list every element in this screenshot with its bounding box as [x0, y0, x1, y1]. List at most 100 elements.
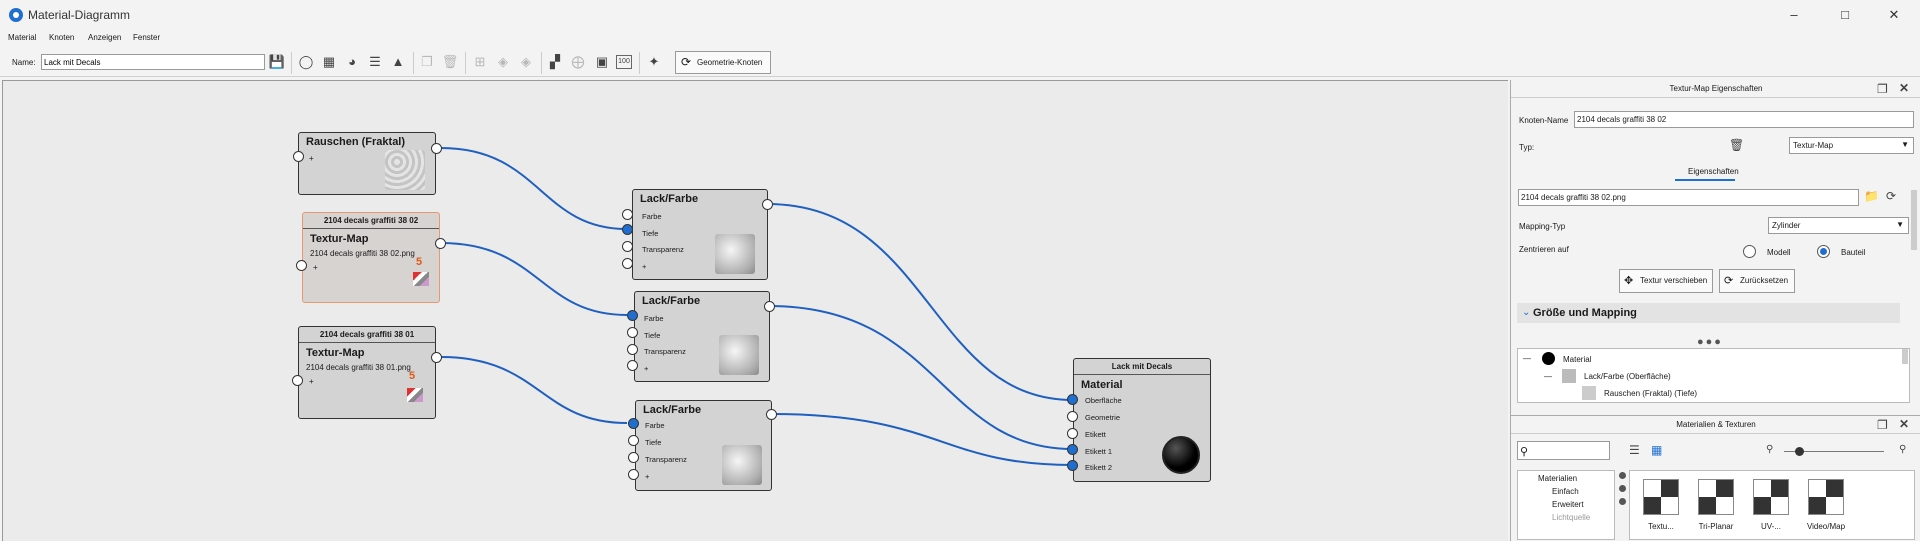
texture-file-input[interactable]: 2104 decals graffiti 38 02.png [1518, 189, 1859, 206]
input-port-add[interactable] [628, 469, 639, 480]
minimize-icon[interactable]: – [1784, 6, 1804, 24]
output-port[interactable] [766, 409, 777, 420]
tree-item[interactable]: Material [1563, 355, 1591, 364]
undock-icon[interactable]: ❐ [1877, 418, 1888, 432]
close-panel-icon[interactable]: ✕ [1899, 81, 1909, 95]
tree-item[interactable]: Einfach [1552, 487, 1579, 496]
lack-farbe-node-3[interactable]: Lack/Farbe Farbe Tiefe Transparenz + [635, 400, 772, 491]
grid-view-icon[interactable]: ▦ [1651, 443, 1662, 457]
output-port[interactable] [435, 238, 446, 249]
node-name-input[interactable]: 2104 decals graffiti 38 02 [1574, 111, 1914, 128]
undock-icon[interactable]: ❐ [1877, 82, 1888, 96]
search-input[interactable]: ⚲ [1517, 441, 1610, 460]
input-port-farbe[interactable] [628, 418, 639, 429]
tree-item[interactable]: Lichtquelle [1552, 513, 1590, 522]
category-tree[interactable]: Materialien Einfach Erweitert Lichtquell… [1517, 470, 1615, 540]
output-port[interactable] [762, 199, 773, 210]
fit-view-icon[interactable]: ▣ [593, 53, 611, 71]
move-texture-button[interactable]: ✥ Textur verschieben [1619, 269, 1713, 293]
noise-node[interactable]: Rauschen (Fraktal) + [298, 132, 436, 195]
align-icon[interactable]: ▞ [546, 53, 564, 71]
tab-eigenschaften[interactable]: Eigenschaften [1688, 167, 1739, 176]
more-dots-icon[interactable]: ●●● [1697, 336, 1723, 348]
trash-icon[interactable]: 🗑 [1729, 138, 1744, 152]
tree-item[interactable]: Erweitert [1552, 500, 1584, 509]
input-port-add[interactable] [622, 258, 633, 269]
tile-grid[interactable]: Textu... Tri-Planar UV-... Video/Map [1629, 470, 1915, 540]
close-icon[interactable]: ✕ [1884, 6, 1904, 24]
connect-icon[interactable]: ✦ [645, 53, 663, 71]
mapping-type-dropdown[interactable]: Zylinder ▼ [1768, 217, 1909, 234]
radio-model[interactable] [1743, 245, 1756, 258]
input-port-transparenz[interactable] [622, 241, 633, 252]
tree-collapse-icon[interactable]: — [1523, 354, 1531, 363]
zoom-out-icon[interactable]: ⚲ [1766, 444, 1773, 455]
video-map-tile[interactable] [1808, 479, 1844, 515]
input-port-add[interactable] [627, 360, 638, 371]
texture-map-node-01[interactable]: 2104 decals graffiti 38 01 Textur-Map 21… [298, 326, 436, 419]
texture-map-tile[interactable] [1643, 479, 1679, 515]
copy-icon[interactable]: ❐ [418, 53, 436, 71]
sliders-icon[interactable]: ☰ [366, 53, 384, 71]
zoom-slider-thumb[interactable] [1795, 447, 1804, 456]
trash-icon[interactable]: 🗑 [441, 53, 459, 71]
radio-part[interactable] [1817, 245, 1830, 258]
input-port-farbe[interactable] [627, 310, 638, 321]
folder-icon[interactable]: 📁 [1864, 189, 1879, 203]
play-icon[interactable]: ◕ [343, 53, 361, 71]
scrollbar[interactable] [1911, 190, 1917, 250]
output-port[interactable] [764, 301, 775, 312]
lock-icon[interactable]: ▲ [389, 53, 407, 71]
checker-icon[interactable]: ▦ [320, 53, 338, 71]
ungroup-icon[interactable]: ◈ [517, 53, 535, 71]
tree-item[interactable]: Lack/Farbe (Oberfläche) [1584, 372, 1671, 381]
reload-icon[interactable]: ⟳ [1886, 189, 1896, 203]
reset-button[interactable]: ⟳ Zurücksetzen [1719, 269, 1795, 293]
input-port-transparenz[interactable] [628, 452, 639, 463]
list-view-icon[interactable]: ☰ [1629, 443, 1640, 457]
output-port[interactable] [431, 143, 442, 154]
input-port-tiefe[interactable] [627, 327, 638, 338]
uv-tile[interactable] [1753, 479, 1789, 515]
save-icon[interactable]: 💾 [268, 53, 286, 71]
tree-collapse-icon[interactable]: — [1544, 372, 1552, 381]
menu-knoten[interactable]: Knoten [49, 33, 74, 42]
maximize-icon[interactable]: □ [1835, 6, 1855, 24]
add-node-icon[interactable]: ⊞ [471, 53, 489, 71]
type-dropdown[interactable]: Textur-Map ▼ [1789, 137, 1914, 154]
input-port[interactable] [293, 151, 304, 162]
input-port-geometry[interactable] [1067, 411, 1078, 422]
zoom-in-icon[interactable]: ⚲ [1899, 444, 1906, 455]
tree-item[interactable]: Rauschen (Fraktal) (Tiefe) [1604, 389, 1697, 398]
input-port-tiefe[interactable] [622, 224, 633, 235]
tri-planar-tile[interactable] [1698, 479, 1734, 515]
input-port-farbe[interactable] [622, 209, 633, 220]
size-mapping-section[interactable]: ⌄ Größe und Mapping [1517, 303, 1900, 323]
input-port-tiefe[interactable] [628, 435, 639, 446]
lack-farbe-node-1[interactable]: Lack/Farbe Farbe Tiefe Transparenz + [632, 189, 768, 280]
zoom-100-icon[interactable]: 100 [616, 55, 632, 69]
tree-item[interactable]: Materialien [1538, 474, 1577, 483]
input-port-transparenz[interactable] [627, 344, 638, 355]
menu-anzeigen[interactable]: Anzeigen [88, 33, 121, 42]
scrollbar[interactable] [1902, 349, 1908, 364]
group-icon[interactable]: ◈ [494, 53, 512, 71]
lack-farbe-node-2[interactable]: Lack/Farbe Farbe Tiefe Transparenz + [634, 291, 770, 382]
preview-icon[interactable]: ◯ [297, 53, 315, 71]
input-port[interactable] [292, 375, 303, 386]
input-port-etikett[interactable] [1067, 428, 1078, 439]
geometry-node-button[interactable]: ⟳ Geometrie-Knoten [675, 51, 771, 74]
input-port-surface[interactable] [1067, 394, 1078, 405]
menu-material[interactable]: Material [8, 33, 36, 42]
center-icon[interactable]: ⨁ [569, 53, 587, 71]
input-port[interactable] [296, 260, 307, 271]
texture-map-node-02[interactable]: 2104 decals graffiti 38 02 Textur-Map 21… [302, 212, 440, 303]
material-node[interactable]: Lack mit Decals Material Oberfläche Geom… [1073, 358, 1211, 482]
input-port-etikett1[interactable] [1067, 444, 1078, 455]
menu-fenster[interactable]: Fenster [133, 33, 160, 42]
close-panel-icon[interactable]: ✕ [1899, 417, 1909, 431]
input-port-etikett2[interactable] [1067, 460, 1078, 471]
material-name-input[interactable] [41, 54, 265, 70]
output-port[interactable] [431, 352, 442, 363]
material-tree[interactable]: — Material — Lack/Farbe (Oberfläche) Rau… [1517, 348, 1910, 403]
